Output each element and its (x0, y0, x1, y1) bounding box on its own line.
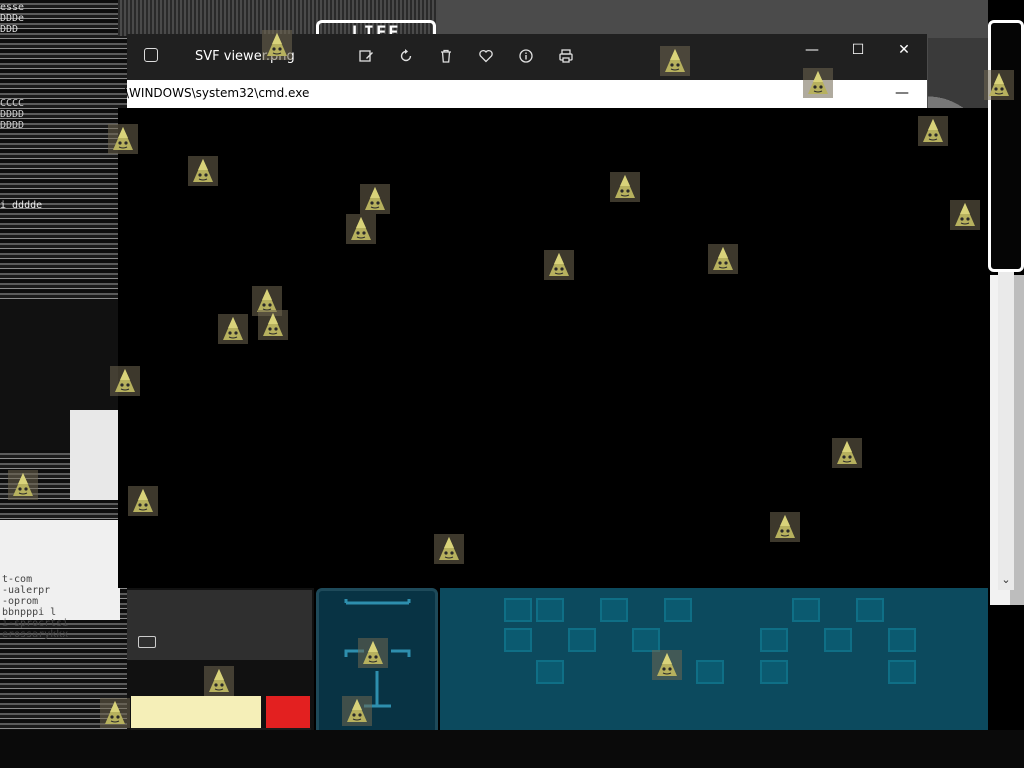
maximize-button[interactable]: ☐ (840, 39, 876, 61)
glitch-sprite-icon (770, 512, 800, 542)
glitch-sprite-icon (128, 486, 158, 516)
tile (888, 628, 916, 652)
tile (696, 660, 724, 684)
tile (568, 628, 596, 652)
tile (664, 598, 692, 622)
tile (792, 598, 820, 622)
cmd-console-area[interactable] (118, 108, 988, 588)
minimize-button[interactable]: — (794, 39, 830, 61)
close-button[interactable]: ✕ (886, 39, 922, 61)
game-inventory-panel (316, 588, 438, 748)
glitch-text: CCCC DDDD DDDD (0, 98, 25, 131)
game-side-panel (988, 20, 1024, 272)
glitch-text: t-com -ualerpr -oprom bbnpppi l i-sprocr… (2, 574, 69, 640)
glitch-sprite-icon (258, 310, 288, 340)
glitch-sprite-icon (342, 696, 372, 726)
glitch-sprite-icon (204, 666, 234, 696)
delete-icon[interactable] (436, 46, 456, 66)
tile (632, 628, 660, 652)
info-icon[interactable] (516, 46, 536, 66)
glitch-sprite-icon (110, 366, 140, 396)
glitch-sprite-icon (708, 244, 738, 274)
tile (536, 660, 564, 684)
glitch-sprite-icon (803, 68, 833, 98)
glitch-sprite-icon (218, 314, 248, 344)
tile (504, 598, 532, 622)
tile (760, 660, 788, 684)
print-icon[interactable] (556, 46, 576, 66)
glitch-sprite-icon (660, 46, 690, 76)
glitch-text: esse DDDe DDD (0, 2, 25, 35)
tile (856, 598, 884, 622)
glitch-sprite-icon (360, 184, 390, 214)
life-bar-red (266, 696, 310, 728)
tile (760, 628, 788, 652)
glitch-sprite-icon (108, 124, 138, 154)
tile (824, 628, 852, 652)
glitch-sprite-icon (188, 156, 218, 186)
glitch-sprite-icon (358, 638, 388, 668)
tile (504, 628, 532, 652)
glitch-sprite-icon (652, 650, 682, 680)
glitch-sprite-icon (346, 214, 376, 244)
tile (536, 598, 564, 622)
tile (888, 660, 916, 684)
heart-icon[interactable] (476, 46, 496, 66)
glitch-sprite-icon (262, 30, 292, 60)
glitch-sprite-icon (950, 200, 980, 230)
glitch-sprite-icon (434, 534, 464, 564)
photos-app-icon (144, 48, 158, 62)
glitch-sprite-icon (8, 470, 38, 500)
glitch-sprite-icon (544, 250, 574, 280)
bottom-black-strip (0, 730, 1024, 768)
keyboard-icon (138, 636, 156, 648)
tile (600, 598, 628, 622)
glitch-sprite-icon (100, 698, 130, 728)
rotate-icon[interactable] (396, 46, 416, 66)
life-bar-yellow (131, 696, 261, 728)
glitch-sprite-icon (984, 70, 1014, 100)
taskbar-fragment (127, 590, 312, 660)
glitch-text: i dddde (0, 200, 43, 211)
glitch-sprite-icon (610, 172, 640, 202)
glitch-sprite-icon (918, 116, 948, 146)
glitch-sprite-icon (832, 438, 862, 468)
cmd-title: \WINDOWS\system32\cmd.exe (125, 86, 310, 100)
edit-image-icon[interactable] (356, 46, 376, 66)
scroll-down-button[interactable]: ⌄ (1000, 570, 1012, 588)
cmd-minimize-button[interactable]: — (892, 82, 912, 104)
cmd-scrollbar[interactable] (998, 272, 1014, 590)
